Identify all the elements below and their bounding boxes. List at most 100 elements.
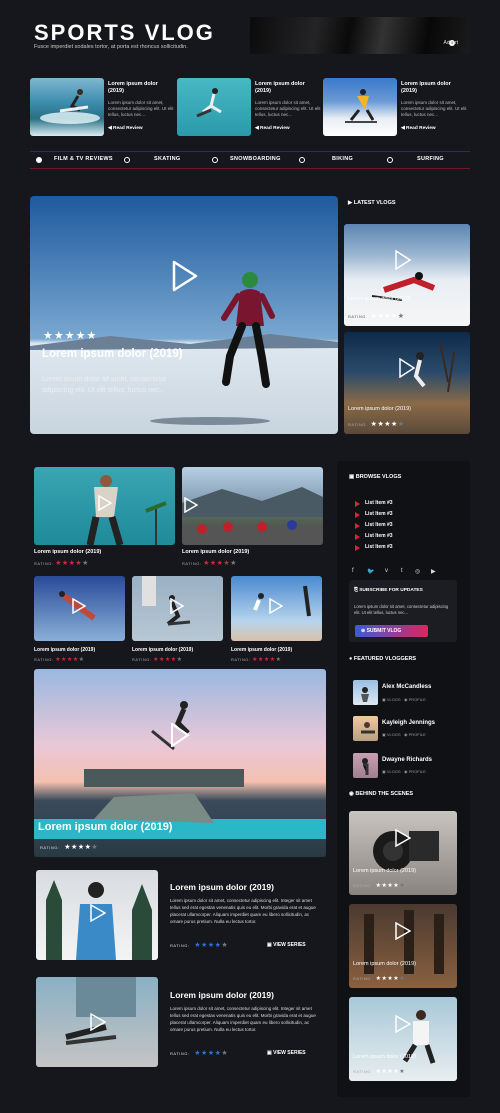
read-review-link[interactable]: ◀ Read Review <box>255 126 290 131</box>
vlogs-link[interactable]: ▣ VLOGS <box>382 732 401 737</box>
play-icon[interactable] <box>394 249 412 271</box>
bts-card[interactable]: Lorem ipsum dolor (2019) RATING ★★★★★ <box>349 904 457 988</box>
nav-biking[interactable]: BIKING <box>332 156 353 162</box>
bts-title[interactable]: Lorem ipsum dolor (2019) <box>353 1054 416 1060</box>
nav-snowboarding[interactable]: SNOWBOARDING <box>230 156 281 162</box>
review-card[interactable]: Lorem ipsum dolor (2019) Lorem ipsum dol… <box>177 78 322 136</box>
vimeo-icon[interactable]: v <box>385 568 388 574</box>
read-review-label: Read Review <box>113 126 143 131</box>
profile-label: PROFILE <box>408 732 426 737</box>
nav-surfing[interactable]: SURFING <box>417 156 444 162</box>
review-title[interactable]: Lorem ipsum dolor (2019) <box>401 81 467 94</box>
review-image-surfing[interactable] <box>30 78 104 136</box>
view-series-link[interactable]: ▣ VIEW SERIES <box>267 942 306 948</box>
play-icon[interactable] <box>72 597 87 615</box>
read-review-link[interactable]: ◀ Read Review <box>108 126 143 131</box>
rating: RATING ★★★★★ <box>353 882 405 889</box>
play-icon[interactable] <box>90 903 107 923</box>
avatar[interactable] <box>353 680 378 705</box>
vlogs-link[interactable]: ▣ VLOGS <box>382 697 401 702</box>
bts-card[interactable]: Lorem ipsum dolor (2019) RATING ★★★★★ <box>349 811 457 895</box>
browse-list-item[interactable]: List Item #3 <box>355 500 393 507</box>
bts-card[interactable]: Lorem ipsum dolor (2019) RATING ★★★★★ <box>349 997 457 1081</box>
play-icon[interactable] <box>98 494 113 512</box>
rating-stars: ★★★★ <box>203 560 231 567</box>
vlog-thumbnail[interactable] <box>132 576 223 641</box>
browse-list-item[interactable]: List Item #3 <box>355 522 393 529</box>
series-thumbnail[interactable] <box>36 977 158 1067</box>
nav-bullet-icon <box>387 157 393 163</box>
latest-vlog-card[interactable]: Lorem ipsum dolor (2019) RATING ★★★★★ <box>344 224 470 326</box>
play-icon[interactable] <box>269 597 284 615</box>
review-image-snowboarding[interactable] <box>323 78 397 136</box>
vlog-title[interactable]: Lorem ipsum dolor (2019) <box>182 549 249 555</box>
review-card[interactable]: Lorem ipsum dolor (2019) Lorem ipsum dol… <box>323 78 468 136</box>
review-text: Lorem ipsum dolor sit amet, consectetur … <box>108 100 174 117</box>
rating-stars: ★★★★ <box>375 883 400 889</box>
vlog-title[interactable]: Lorem ipsum dolor (2019) <box>34 647 95 653</box>
play-icon[interactable] <box>90 1012 107 1032</box>
browse-list-item[interactable]: List Item #3 <box>355 533 393 540</box>
feature-title[interactable]: Lorem ipsum dolor (2019) <box>38 821 172 833</box>
vlogger-name[interactable]: Alex McCandless <box>382 684 431 690</box>
vlogs-link[interactable]: ▣ VLOGS <box>382 769 401 774</box>
vlog-thumbnail[interactable] <box>231 576 322 641</box>
view-series-link[interactable]: ▣ VIEW SERIES <box>267 1050 306 1056</box>
play-icon[interactable] <box>184 496 199 514</box>
avatar[interactable] <box>353 753 378 778</box>
vlog-thumbnail[interactable] <box>34 467 175 545</box>
nav-film-tv[interactable]: FILM & TV REVIEWS <box>54 156 113 162</box>
site-title[interactable]: SPORTS VLOG <box>34 20 215 46</box>
vlogs-label: VLOGS <box>386 697 401 702</box>
vlog-title[interactable]: Lorem ipsum dolor (2019) <box>348 406 411 412</box>
profile-link[interactable]: ◉ PROFILE <box>404 732 426 737</box>
bts-title[interactable]: Lorem ipsum dolor (2019) <box>353 961 416 967</box>
submit-vlog-button[interactable]: ⊕ SUBMIT VLOG <box>355 625 428 637</box>
vlogger-name[interactable]: Dwayne Richards <box>382 757 432 763</box>
profile-link[interactable]: ◉ PROFILE <box>404 769 426 774</box>
series-title[interactable]: Lorem ipsum dolor (2019) <box>170 990 274 1000</box>
youtube-icon[interactable]: ▶ <box>431 568 436 575</box>
profile-link[interactable]: ◉ PROFILE <box>404 697 426 702</box>
vlog-title[interactable]: Lorem ipsum dolor (2019) <box>231 647 292 653</box>
hero-video[interactable]: ★★★★★ Lorem ipsum dolor (2019) Lorem ips… <box>30 196 338 434</box>
review-image-skating[interactable] <box>177 78 251 136</box>
series-thumbnail[interactable] <box>36 870 158 960</box>
series-title[interactable]: Lorem ipsum dolor (2019) <box>170 882 274 892</box>
read-review-link[interactable]: ◀ Read Review <box>401 126 436 131</box>
play-icon[interactable] <box>395 921 412 941</box>
rating-star-empty: ★ <box>399 1069 406 1075</box>
vlog-title[interactable]: Lorem ipsum dolor (2019) <box>132 647 193 653</box>
avatar[interactable] <box>353 716 378 741</box>
bts-title[interactable]: Lorem ipsum dolor (2019) <box>353 868 416 874</box>
feature-video[interactable]: Lorem ipsum dolor (2019) RATING: ★★★★★ <box>34 669 326 857</box>
vlog-title[interactable]: Lorem ipsum dolor (2019) <box>34 549 101 555</box>
vlogger-meta: ▣ VLOGS ◉ PROFILE <box>382 697 426 702</box>
vlog-thumbnail[interactable] <box>34 576 125 641</box>
facebook-icon[interactable]: f <box>352 568 354 574</box>
play-icon[interactable] <box>395 1014 412 1034</box>
review-title[interactable]: Lorem ipsum dolor (2019) <box>108 81 174 94</box>
review-card[interactable]: Lorem ipsum dolor (2019) Lorem ipsum dol… <box>30 78 175 136</box>
play-icon[interactable] <box>170 260 198 292</box>
vlog-thumbnail[interactable] <box>182 467 323 545</box>
latest-vlog-card[interactable]: Lorem ipsum dolor (2019) RATING ★★★★★ <box>344 332 470 434</box>
review-title[interactable]: Lorem ipsum dolor (2019) <box>255 81 321 94</box>
play-icon[interactable] <box>398 357 416 379</box>
nav-skating[interactable]: SKATING <box>154 156 180 162</box>
vlogger-name[interactable]: Kayleigh Jennings <box>382 720 435 726</box>
play-icon[interactable] <box>170 597 185 615</box>
browse-list-item[interactable]: List Item #3 <box>355 511 393 518</box>
rating: RATING: ★★★★★ <box>170 941 228 949</box>
tumblr-icon[interactable]: t <box>401 568 403 574</box>
play-icon[interactable] <box>395 828 412 848</box>
vlog-title[interactable]: Lorem ipsum dolor (2019) <box>348 296 411 302</box>
browse-list-item[interactable]: List Item #3 <box>355 544 393 551</box>
hero-title[interactable]: Lorem ipsum dolor (2019) <box>42 348 183 360</box>
instagram-icon[interactable]: ◎ <box>415 568 420 575</box>
play-icon[interactable] <box>170 722 190 748</box>
vlogs-label: VLOGS <box>386 769 401 774</box>
twitter-icon[interactable]: 🐦 <box>367 568 374 575</box>
vlogger-meta: ▣ VLOGS ◉ PROFILE <box>382 732 426 737</box>
advert-banner[interactable]: i Advert <box>250 17 470 54</box>
